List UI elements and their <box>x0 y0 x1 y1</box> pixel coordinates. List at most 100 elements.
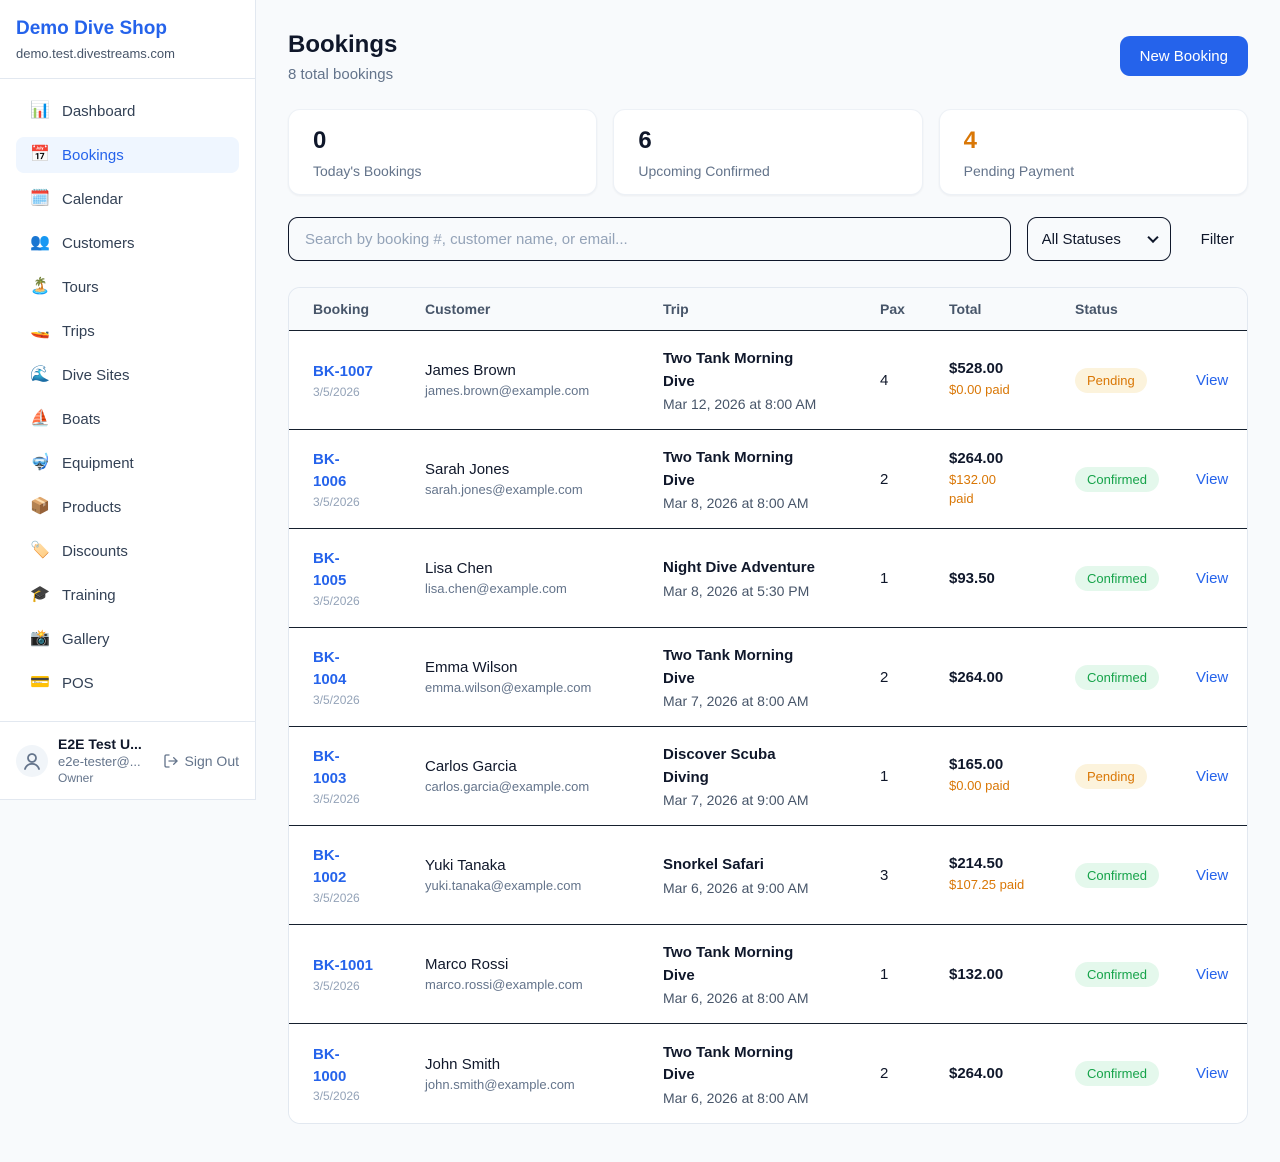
pax-value: 4 <box>880 372 949 389</box>
paid-amount: $132.00 paid <box>949 471 1075 507</box>
new-booking-button[interactable]: New Booking <box>1120 36 1248 76</box>
booking-id-link[interactable]: BK-1001 <box>313 955 425 977</box>
view-link[interactable]: View <box>1196 768 1228 785</box>
view-link[interactable]: View <box>1196 669 1228 686</box>
brand-domain: demo.test.divestreams.com <box>16 46 239 61</box>
customer-cell: Sarah Jones sarah.jones@example.com <box>425 461 663 497</box>
customer-email: lisa.chen@example.com <box>425 581 663 596</box>
filter-button[interactable]: Filter <box>1187 231 1248 248</box>
table-header-row: BookingCustomerTripPaxTotalStatus <box>289 288 1247 331</box>
sidebar-item-label: Gallery <box>62 631 110 648</box>
booking-id-link[interactable]: BK- 1004 <box>313 647 425 691</box>
sidebar-item-products[interactable]: 📦 Products <box>16 489 239 525</box>
sidebar-item-dive-sites[interactable]: 🌊 Dive Sites <box>16 357 239 393</box>
view-link[interactable]: View <box>1196 1065 1228 1082</box>
sidebar-item-tours[interactable]: 🏝️ Tours <box>16 269 239 305</box>
sidebar-item-equipment[interactable]: 🤿 Equipment <box>16 445 239 481</box>
trip-name: Two Tank Morning Dive <box>663 348 880 393</box>
customer-cell: James Brown james.brown@example.com <box>425 362 663 398</box>
stat-card: 6 Upcoming Confirmed <box>613 109 922 195</box>
trip-datetime: Mar 7, 2026 at 8:00 AM <box>663 693 880 709</box>
booking-id-link[interactable]: BK- 1003 <box>313 746 425 790</box>
booking-date: 3/5/2026 <box>313 1089 425 1103</box>
total-cell: $214.50 $107.25 paid <box>949 855 1075 894</box>
customer-name: Emma Wilson <box>425 659 663 676</box>
total-amount: $93.50 <box>949 570 1075 587</box>
table-row: BK- 1006 3/5/2026 Sarah Jones sarah.jone… <box>289 430 1247 529</box>
total-cell: $264.00 <box>949 669 1075 686</box>
sidebar-item-training[interactable]: 🎓 Training <box>16 577 239 613</box>
view-link[interactable]: View <box>1196 570 1228 587</box>
booking-date: 3/5/2026 <box>313 495 425 509</box>
customer-cell: Yuki Tanaka yuki.tanaka@example.com <box>425 857 663 893</box>
training-cap-icon: 🎓 <box>30 587 50 603</box>
sidebar-item-label: Dashboard <box>62 103 135 120</box>
sidebar-item-pos[interactable]: 💳 POS <box>16 665 239 701</box>
page-title: Bookings <box>288 31 397 59</box>
customer-email: emma.wilson@example.com <box>425 680 663 695</box>
trip-name: Discover Scuba Diving <box>663 744 880 789</box>
booking-cell: BK-1001 3/5/2026 <box>313 955 425 993</box>
view-link[interactable]: View <box>1196 471 1228 488</box>
customers-people-icon: 👥 <box>30 235 50 251</box>
customer-email: marco.rossi@example.com <box>425 977 663 992</box>
status-cell: Confirmed <box>1075 962 1196 987</box>
pax-value: 2 <box>880 471 949 488</box>
customer-cell: John Smith john.smith@example.com <box>425 1056 663 1092</box>
column-header: Customer <box>425 301 663 317</box>
status-badge: Confirmed <box>1075 962 1159 987</box>
booking-date: 3/5/2026 <box>313 594 425 608</box>
customer-name: John Smith <box>425 1056 663 1073</box>
customer-email: sarah.jones@example.com <box>425 482 663 497</box>
view-link[interactable]: View <box>1196 966 1228 983</box>
booking-id-link[interactable]: BK-1007 <box>313 361 425 383</box>
column-header: Pax <box>880 301 949 317</box>
sidebar-item-calendar[interactable]: 🗓️ Calendar <box>16 181 239 217</box>
sidebar-item-customers[interactable]: 👥 Customers <box>16 225 239 261</box>
sidebar-item-label: Trips <box>62 323 95 340</box>
booking-id-link[interactable]: BK- 1000 <box>313 1044 425 1088</box>
sidebar-item-gallery[interactable]: 📸 Gallery <box>16 621 239 657</box>
sidebar-item-label: Dive Sites <box>62 367 130 384</box>
booking-id-link[interactable]: BK- 1005 <box>313 548 425 592</box>
user-role: Owner <box>58 771 142 785</box>
sign-out-button[interactable]: Sign Out <box>163 753 239 769</box>
status-badge: Pending <box>1075 368 1147 393</box>
sidebar-item-label: Tours <box>62 279 99 296</box>
trip-name: Two Tank Morning Dive <box>663 447 880 492</box>
trip-datetime: Mar 6, 2026 at 9:00 AM <box>663 880 880 896</box>
sidebar-item-label: Training <box>62 587 116 604</box>
total-cell: $93.50 <box>949 570 1075 587</box>
paid-amount: $0.00 paid <box>949 381 1075 399</box>
search-input[interactable] <box>288 217 1011 261</box>
trip-datetime: Mar 6, 2026 at 8:00 AM <box>663 1090 880 1106</box>
view-link[interactable]: View <box>1196 867 1228 884</box>
booking-date: 3/5/2026 <box>313 891 425 905</box>
pos-card-icon: 💳 <box>30 675 50 691</box>
status-cell: Confirmed <box>1075 467 1196 492</box>
sidebar-item-dashboard[interactable]: 📊 Dashboard <box>16 93 239 129</box>
sidebar-item-trips[interactable]: 🚤 Trips <box>16 313 239 349</box>
booking-cell: BK- 1004 3/5/2026 <box>313 647 425 707</box>
booking-id-link[interactable]: BK- 1006 <box>313 449 425 493</box>
sidebar-item-boats[interactable]: ⛵ Boats <box>16 401 239 437</box>
trip-datetime: Mar 8, 2026 at 8:00 AM <box>663 495 880 511</box>
status-badge: Confirmed <box>1075 467 1159 492</box>
view-link[interactable]: View <box>1196 372 1228 389</box>
trip-name: Two Tank Morning Dive <box>663 942 880 987</box>
status-filter-select[interactable]: All Statuses <box>1027 217 1171 261</box>
stat-card: 0 Today's Bookings <box>288 109 597 195</box>
status-cell: Confirmed <box>1075 566 1196 591</box>
main-content: Bookings 8 total bookings New Booking 0 … <box>256 0 1280 1124</box>
tours-island-icon: 🏝️ <box>30 279 50 295</box>
trip-datetime: Mar 7, 2026 at 9:00 AM <box>663 792 880 808</box>
sidebar-item-bookings[interactable]: 📅 Bookings <box>16 137 239 173</box>
status-badge: Confirmed <box>1075 665 1159 690</box>
equipment-mask-icon: 🤿 <box>30 455 50 471</box>
stat-label: Today's Bookings <box>313 163 572 179</box>
sidebar-item-discounts[interactable]: 🏷️ Discounts <box>16 533 239 569</box>
booking-id-link[interactable]: BK- 1002 <box>313 845 425 889</box>
table-row: BK- 1005 3/5/2026 Lisa Chen lisa.chen@ex… <box>289 529 1247 628</box>
sidebar-nav: 📊 Dashboard 📅 Bookings 🗓️ Calendar 👥 Cus… <box>0 79 255 701</box>
pax-value: 1 <box>880 570 949 587</box>
